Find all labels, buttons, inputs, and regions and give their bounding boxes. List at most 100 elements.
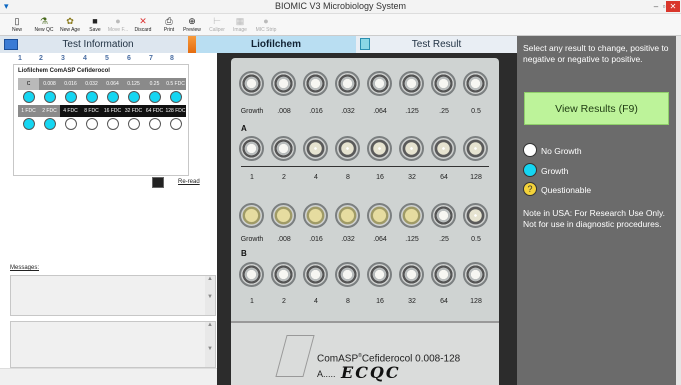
- plate-well[interactable]: [335, 203, 360, 228]
- plate-well[interactable]: [463, 203, 488, 228]
- plate-well[interactable]: [399, 71, 424, 96]
- well-c1[interactable]: [23, 91, 35, 103]
- plate-well[interactable]: [239, 71, 264, 96]
- view-results-button[interactable]: View Results (F9): [524, 92, 669, 125]
- move-button[interactable]: ● Move F...: [106, 16, 130, 35]
- well-c2[interactable]: [44, 91, 56, 103]
- well-d8[interactable]: [170, 118, 182, 130]
- product-label-area: ComASP®Cefiderocol 0.008-128 A..... ECQC: [231, 321, 499, 385]
- plate-image[interactable]: Growth .008 .016 .032 .064 .125 .25 0.5 …: [217, 53, 517, 385]
- plate-well[interactable]: [335, 136, 360, 161]
- no-growth-icon: [523, 143, 537, 157]
- well-d3[interactable]: [65, 118, 77, 130]
- plate-label: 128: [470, 174, 482, 181]
- plate-well[interactable]: [431, 262, 456, 287]
- new-qc-button[interactable]: ⚗ New QC: [32, 16, 56, 35]
- plate-label: 128: [470, 298, 482, 305]
- well-d4[interactable]: [86, 118, 98, 130]
- plate-label: .016: [309, 236, 323, 243]
- plate-well[interactable]: [239, 136, 264, 161]
- plate-well[interactable]: [303, 71, 328, 96]
- discard-button[interactable]: ✕ Discard: [131, 16, 155, 35]
- conc-cell: 0.125 FDC: [123, 78, 144, 99]
- plate-well[interactable]: [399, 136, 424, 161]
- plate-well[interactable]: [431, 71, 456, 96]
- plate-well[interactable]: [271, 262, 296, 287]
- well-c8[interactable]: [170, 91, 182, 103]
- conc-cell: 1 FDC: [18, 105, 39, 117]
- plate-well[interactable]: [463, 71, 488, 96]
- preview-icon: ⊕: [188, 16, 196, 26]
- col-number: 7: [149, 55, 153, 62]
- messages-label: Messages:: [10, 265, 40, 271]
- panel-title: Liofilchem ComASP Cefiderocol: [18, 68, 110, 74]
- well-c4[interactable]: [86, 91, 98, 103]
- move-icon: ●: [115, 16, 121, 26]
- well-c7[interactable]: [149, 91, 161, 103]
- plate-label: .064: [373, 108, 387, 115]
- plate-well[interactable]: [239, 203, 264, 228]
- plate-well[interactable]: [239, 262, 264, 287]
- new-age-button[interactable]: ✿ New Age: [58, 16, 82, 35]
- plate-well[interactable]: [335, 71, 360, 96]
- messages-box-1[interactable]: ▲ ▼: [10, 275, 216, 316]
- scrollbar[interactable]: ▲ ▼: [205, 322, 215, 367]
- save-button[interactable]: ■ Save: [83, 16, 107, 35]
- plate-well[interactable]: [303, 136, 328, 161]
- tab-test-result[interactable]: Test Result: [356, 36, 517, 53]
- window-title: BIOMIC V3 Microbiology System: [274, 1, 407, 11]
- close-icon[interactable]: ✕: [666, 1, 680, 12]
- col-number: 1: [18, 55, 22, 62]
- print-button[interactable]: ⎙ Print: [157, 16, 181, 35]
- col-number: 2: [39, 55, 43, 62]
- plate-well[interactable]: [431, 136, 456, 161]
- plate-well[interactable]: [399, 203, 424, 228]
- well-d2[interactable]: [44, 118, 56, 130]
- result-icon: [360, 38, 370, 50]
- plate-label: .008: [277, 108, 291, 115]
- well-d5[interactable]: [107, 118, 119, 130]
- image-button[interactable]: ▦ Image: [228, 16, 252, 35]
- well-d6[interactable]: [128, 118, 140, 130]
- plate-label: .125: [405, 236, 419, 243]
- plate-well[interactable]: [367, 71, 392, 96]
- plate-well[interactable]: [367, 203, 392, 228]
- plate-well[interactable]: [271, 136, 296, 161]
- reread-button[interactable]: Re-read: [150, 176, 204, 190]
- well-c6[interactable]: [128, 91, 140, 103]
- preview-button[interactable]: ⊕ Preview: [180, 16, 204, 35]
- well-d1[interactable]: [23, 118, 35, 130]
- col-number: 6: [127, 55, 131, 62]
- new-button[interactable]: ▯ New: [5, 16, 29, 35]
- scrollbar[interactable]: ▲ ▼: [205, 276, 215, 315]
- plate-well[interactable]: [303, 203, 328, 228]
- messages-box-2[interactable]: ▲ ▼: [10, 321, 216, 368]
- plate-well[interactable]: [463, 136, 488, 161]
- plate-label: 16: [376, 174, 384, 181]
- legend-label: Growth: [541, 166, 569, 176]
- tab-liofilchem[interactable]: Liofilchem: [188, 36, 356, 53]
- well-c5[interactable]: [107, 91, 119, 103]
- mic-strip-button[interactable]: ● MIC Strip: [254, 16, 278, 35]
- window-scrollbar[interactable]: [676, 36, 681, 385]
- plate-label: 16: [376, 298, 384, 305]
- sidebar: Select any result to change, positive to…: [517, 36, 676, 385]
- plate-well[interactable]: [367, 262, 392, 287]
- conc-cell: 16 FDC: [102, 105, 123, 117]
- plate-label: 4: [314, 298, 318, 305]
- plate-well[interactable]: [399, 262, 424, 287]
- well-d7[interactable]: [149, 118, 161, 130]
- plate-well[interactable]: [335, 262, 360, 287]
- plate-label: 4: [314, 174, 318, 181]
- tab-test-information[interactable]: Test Information: [0, 36, 196, 53]
- plate-well[interactable]: [367, 136, 392, 161]
- plate-well[interactable]: [303, 262, 328, 287]
- plate-well[interactable]: [463, 262, 488, 287]
- plate-well[interactable]: [271, 203, 296, 228]
- well-c3[interactable]: [65, 91, 77, 103]
- plate-well[interactable]: [431, 203, 456, 228]
- image-icon: ▦: [235, 16, 245, 26]
- caliper-button[interactable]: ⊢ Caliper: [205, 16, 229, 35]
- plate-label: 32: [408, 174, 416, 181]
- plate-well[interactable]: [271, 71, 296, 96]
